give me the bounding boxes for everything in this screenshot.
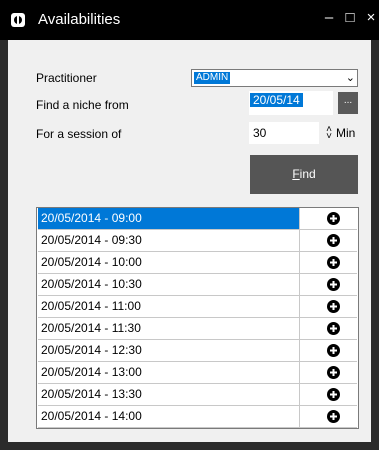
add-circle-icon[interactable]	[327, 256, 340, 269]
slot-time: 20/05/2014 - 11:00	[38, 296, 300, 317]
find-accesskey: F	[292, 167, 300, 181]
list-row[interactable]: 20/05/2014 - 13:00	[38, 362, 357, 384]
slot-time: 20/05/2014 - 14:00	[38, 406, 300, 427]
niche-label: Find a niche from	[36, 98, 129, 112]
session-unit-label: Min	[336, 126, 356, 140]
chevron-down-icon: ⌄	[345, 72, 355, 84]
list-row[interactable]: 20/05/2014 - 14:00	[38, 406, 357, 428]
slot-time: 20/05/2014 - 09:30	[38, 230, 300, 251]
add-circle-icon[interactable]	[327, 300, 340, 313]
slot-time: 20/05/2014 - 10:00	[38, 252, 300, 273]
add-circle-icon[interactable]	[327, 278, 340, 291]
find-button[interactable]: Find	[250, 155, 358, 194]
session-label: For a session of	[36, 127, 122, 141]
add-circle-icon[interactable]	[327, 366, 340, 379]
slot-time: 20/05/2014 - 13:30	[38, 384, 300, 405]
slot-time: 20/05/2014 - 13:00	[38, 362, 300, 383]
add-circle-icon[interactable]	[327, 388, 340, 401]
list-row[interactable]: 20/05/2014 - 12:30	[38, 340, 357, 362]
list-row[interactable]: 20/05/2014 - 13:30	[38, 384, 357, 406]
add-circle-icon[interactable]	[327, 344, 340, 357]
slot-time: 20/05/2014 - 09:00	[38, 208, 300, 229]
niche-date-field[interactable]: 20/05/14	[249, 91, 333, 115]
find-label-rest: ind	[299, 167, 316, 181]
list-row[interactable]: 20/05/2014 - 09:00	[38, 208, 357, 230]
app-icon	[11, 13, 25, 27]
list-row[interactable]: 20/05/2014 - 11:00	[38, 296, 357, 318]
window-title: Availabilities	[38, 11, 121, 28]
minimize-button[interactable]: –	[321, 9, 337, 27]
slot-time: 20/05/2014 - 10:30	[38, 274, 300, 295]
availability-list[interactable]: 20/05/2014 - 09:00 20/05/2014 - 09:30 20/0…	[36, 207, 359, 429]
date-picker-button[interactable]: ...	[338, 92, 358, 114]
slot-time: 20/05/2014 - 11:30	[38, 318, 300, 339]
list-row[interactable]: 20/05/2014 - 09:30	[38, 230, 357, 252]
niche-date-value: 20/05/14	[250, 93, 303, 107]
session-length-value: 30	[253, 126, 267, 140]
slot-time: 20/05/2014 - 12:30	[38, 340, 300, 361]
list-row[interactable]: 20/05/2014 - 11:30	[38, 318, 357, 340]
session-length-field[interactable]: 30	[249, 122, 319, 144]
list-row[interactable]: 20/05/2014 - 10:00	[38, 252, 357, 274]
practitioner-value: ADMIN	[194, 72, 231, 84]
list-row[interactable]: 20/05/2014 - 10:30	[38, 274, 357, 296]
spin-updown-icon[interactable]: ˄ ˅	[325, 125, 333, 142]
add-circle-icon[interactable]	[327, 410, 340, 423]
availabilities-window: Availabilities – □ × Practitioner ADMIN …	[0, 0, 379, 450]
close-button[interactable]: ×	[363, 9, 379, 27]
add-circle-icon[interactable]	[327, 212, 340, 225]
title-bar[interactable]: Availabilities – □ ×	[0, 0, 379, 40]
maximize-button[interactable]: □	[342, 9, 358, 27]
practitioner-select[interactable]: ADMIN ⌄	[191, 69, 358, 87]
add-circle-icon[interactable]	[327, 322, 340, 335]
practitioner-label: Practitioner	[36, 71, 97, 85]
add-circle-icon[interactable]	[327, 234, 340, 247]
